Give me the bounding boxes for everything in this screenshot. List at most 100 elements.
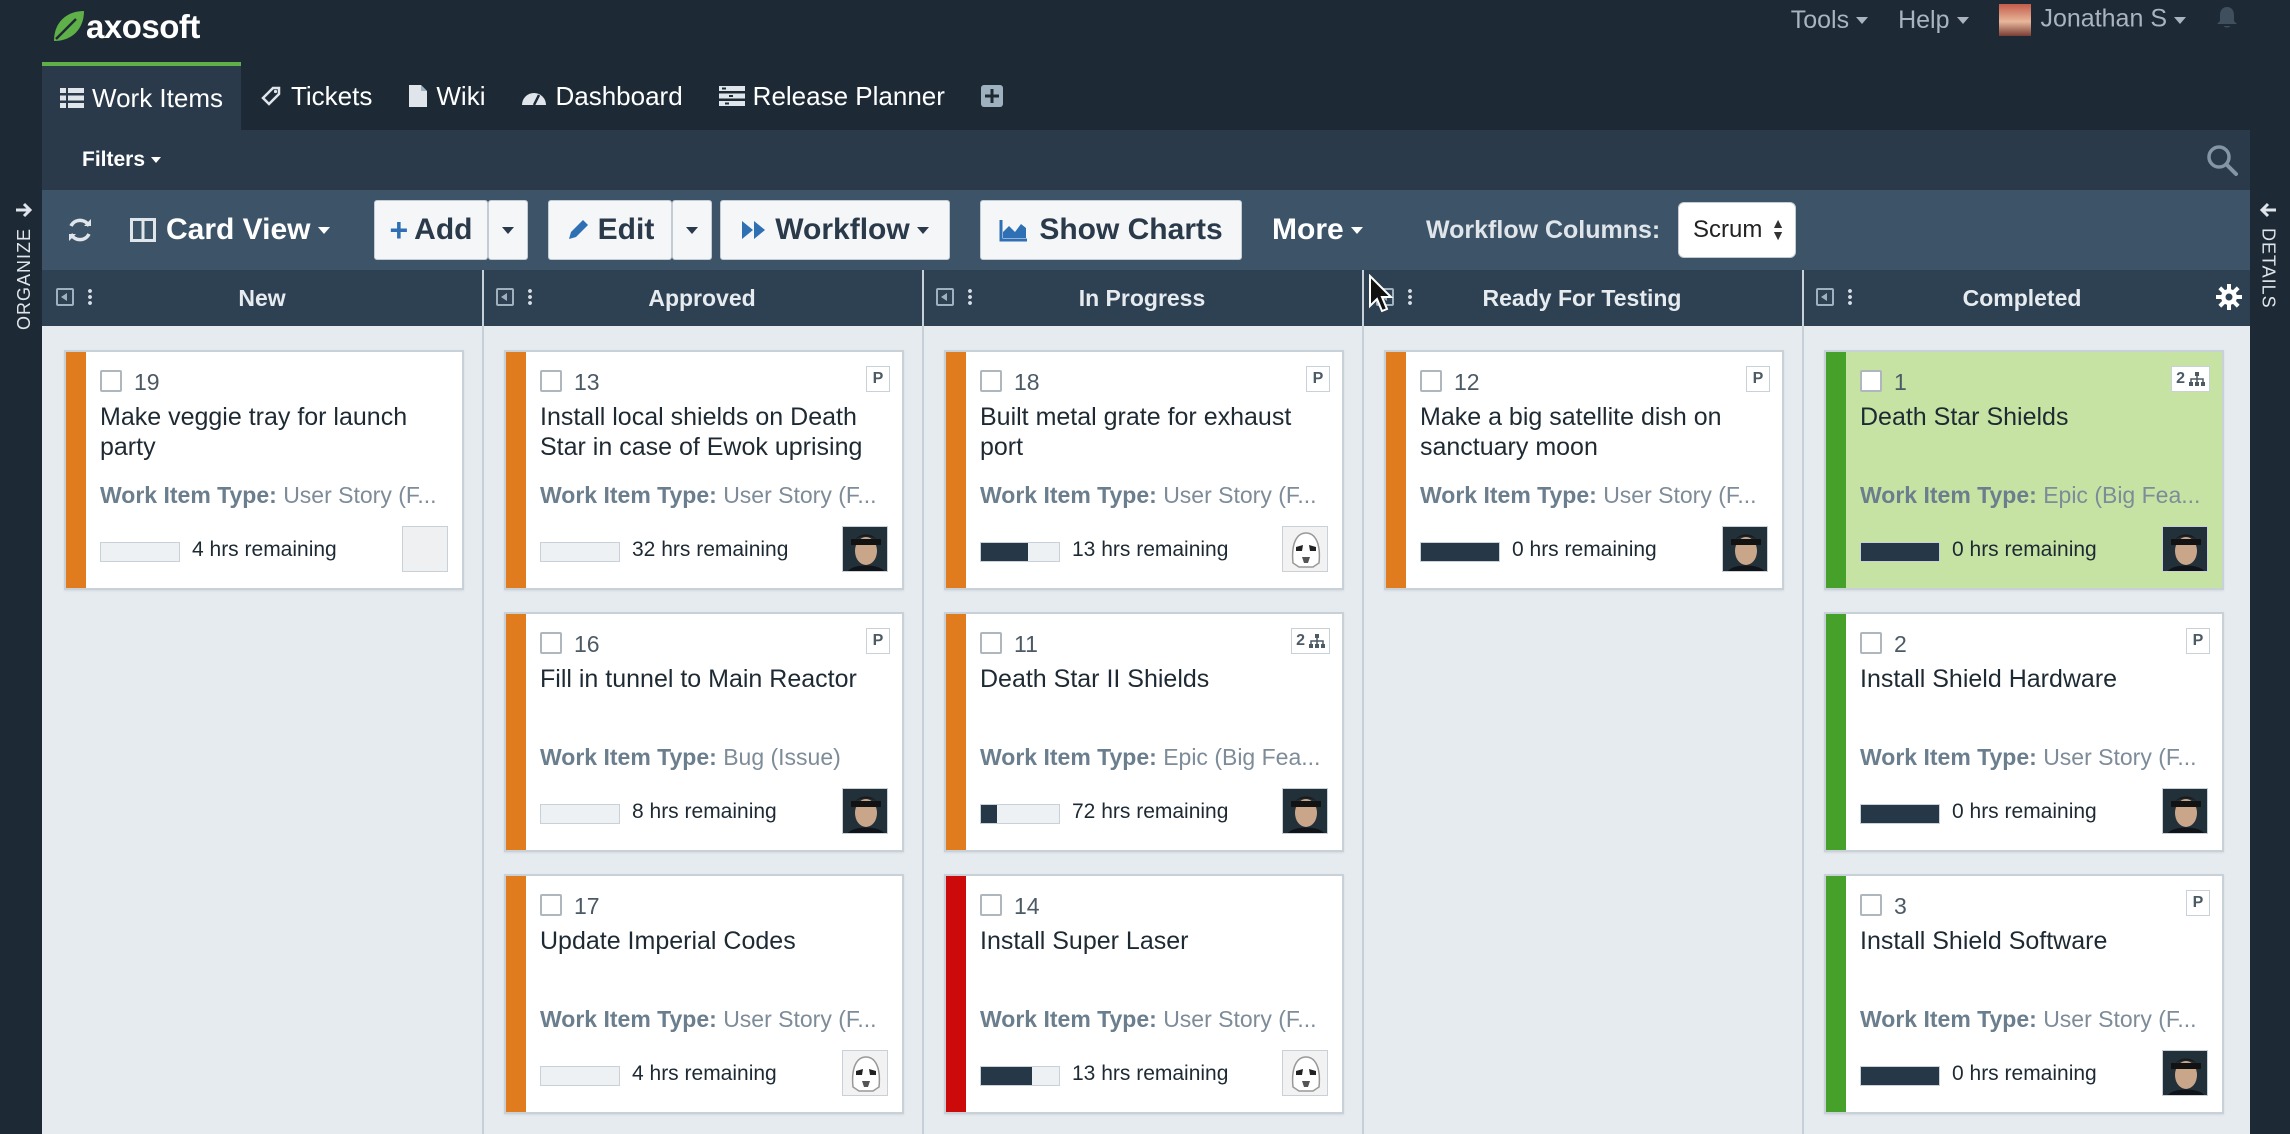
show-charts-button[interactable]: Show Charts — [980, 200, 1242, 260]
assignee-avatar[interactable] — [2162, 788, 2208, 834]
help-menu[interactable]: Help — [1898, 5, 1969, 35]
item-title[interactable]: Update Imperial Codes — [540, 926, 890, 956]
assignee-avatar[interactable] — [2162, 1050, 2208, 1096]
badge-text: P — [1752, 370, 1764, 387]
tab-label: Work Items — [92, 82, 223, 113]
organize-side-tab[interactable]: ORGANIZE — [4, 200, 44, 330]
select-checkbox[interactable] — [1860, 370, 1882, 392]
item-type-value: User Story (F... — [723, 482, 877, 508]
item-number: 2 — [1894, 631, 1907, 657]
up-down-arrows-icon: ▲ ▼ — [1771, 215, 1785, 243]
tab-tickets[interactable]: Tickets — [241, 62, 390, 130]
item-title[interactable]: Make veggie tray for launch party — [100, 402, 450, 462]
child-items-badge[interactable]: 2 — [2171, 366, 2210, 392]
select-checkbox[interactable] — [540, 894, 562, 916]
select-checkbox[interactable] — [540, 370, 562, 392]
item-title[interactable]: Death Star Shields — [1860, 402, 2210, 432]
work-item-card[interactable]: 14 Install Super Laser Work Item Type: U… — [944, 874, 1344, 1114]
select-checkbox[interactable] — [1420, 370, 1442, 392]
tab-release-planner[interactable]: Release Planner — [701, 62, 963, 130]
workflow-columns-select[interactable]: Scrum ▲ ▼ — [1678, 202, 1796, 258]
item-title[interactable]: Built metal grate for exhaust port — [980, 402, 1330, 462]
item-title[interactable]: Install Shield Software — [1860, 926, 2210, 956]
assignee-avatar[interactable] — [1722, 526, 1768, 572]
item-title[interactable]: Make a big satellite dish on sanctuary m… — [1420, 402, 1770, 462]
work-item-card[interactable]: 17 Update Imperial Codes Work Item Type:… — [504, 874, 904, 1114]
add-button[interactable]: + Add — [374, 200, 488, 260]
item-title[interactable]: Death Star II Shields — [980, 664, 1330, 694]
user-avatar — [1998, 4, 2031, 36]
select-checkbox[interactable] — [1860, 894, 1882, 916]
tab-dashboard[interactable]: Dashboard — [503, 62, 700, 130]
work-item-card[interactable]: 19 Make veggie tray for launch party Wor… — [64, 350, 464, 590]
notifications-bell-icon[interactable] — [2216, 5, 2238, 36]
assignee-avatar[interactable] — [2162, 526, 2208, 572]
workflow-button[interactable]: Workflow — [720, 200, 950, 260]
caret-down-icon — [1856, 17, 1869, 25]
assignee-avatar[interactable] — [1282, 1050, 1328, 1096]
column-divider — [1362, 270, 1364, 1134]
show-charts-label: Show Charts — [1039, 213, 1223, 246]
work-item-card[interactable]: 3 P Install Shield Software Work Item Ty… — [1824, 874, 2224, 1114]
column-divider — [922, 270, 924, 1134]
add-tab-button[interactable] — [963, 62, 1021, 130]
assignee-avatar[interactable] — [842, 1050, 888, 1096]
ticket-icon — [261, 86, 281, 106]
item-type-label: Work Item Type: — [980, 482, 1157, 508]
gear-icon[interactable] — [2216, 284, 2242, 310]
item-number: 19 — [134, 369, 160, 395]
item-title[interactable]: Install Shield Hardware — [1860, 664, 2210, 694]
item-title[interactable]: Install Super Laser — [980, 926, 1330, 956]
card-view-dropdown[interactable]: Card View — [130, 200, 330, 260]
edit-button[interactable]: Edit — [548, 200, 672, 260]
hierarchy-icon — [2189, 372, 2205, 386]
tab-work-items[interactable]: Work Items — [42, 62, 241, 130]
column-divider — [1802, 270, 1804, 1134]
work-item-card[interactable]: 12 P Make a big satellite dish on sanctu… — [1384, 350, 1784, 590]
add-dropdown-button[interactable] — [488, 200, 528, 260]
assignee-avatar[interactable] — [1282, 788, 1328, 834]
axosoft-logo[interactable]: axosoft — [48, 4, 200, 50]
search-icon[interactable] — [2206, 144, 2238, 176]
tab-label: Dashboard — [555, 80, 683, 111]
remaining-hours: 32 hrs remaining — [632, 538, 789, 561]
work-item-card[interactable]: 16 P Fill in tunnel to Main Reactor Work… — [504, 612, 904, 852]
select-checkbox[interactable] — [980, 632, 1002, 654]
select-checkbox[interactable] — [540, 632, 562, 654]
priority-stripe — [506, 352, 526, 588]
work-item-card[interactable]: 18 P Built metal grate for exhaust port … — [944, 350, 1344, 590]
work-item-card[interactable]: 2 P Install Shield Hardware Work Item Ty… — [1824, 612, 2224, 852]
pencil-icon — [568, 220, 588, 239]
work-item-card[interactable]: 1 2 Death Star Shields Work Item Type: E… — [1824, 350, 2224, 590]
progress-bar — [540, 804, 620, 824]
more-dropdown[interactable]: More — [1272, 200, 1363, 260]
tab-wiki[interactable]: Wiki — [390, 62, 503, 130]
planner-icon — [718, 86, 745, 106]
item-title[interactable]: Fill in tunnel to Main Reactor — [540, 664, 890, 694]
assignee-avatar[interactable] — [842, 788, 888, 834]
refresh-icon[interactable] — [66, 216, 94, 244]
progress-bar — [980, 542, 1060, 562]
item-title[interactable]: Install local shields on Death Star in c… — [540, 402, 890, 462]
select-checkbox[interactable] — [100, 370, 122, 392]
work-item-card[interactable]: 13 P Install local shields on Death Star… — [504, 350, 904, 590]
tools-menu[interactable]: Tools — [1791, 6, 1869, 35]
select-checkbox[interactable] — [980, 370, 1002, 392]
user-menu[interactable]: Jonathan S — [1998, 4, 2186, 36]
filter-bar: Filters — [42, 130, 2250, 190]
help-label: Help — [1898, 5, 1950, 34]
assignee-avatar[interactable] — [842, 526, 888, 572]
item-type-value: User Story (F... — [1603, 482, 1757, 508]
filters-dropdown[interactable]: Filters — [82, 130, 162, 190]
assignee-avatar[interactable] — [1282, 526, 1328, 572]
unassigned-avatar[interactable] — [402, 526, 448, 572]
select-checkbox[interactable] — [1860, 632, 1882, 654]
item-type-value: User Story (F... — [283, 482, 437, 508]
edit-dropdown-button[interactable] — [672, 200, 712, 260]
work-item-card[interactable]: 11 2 Death Star II Shields Work Item Typ… — [944, 612, 1344, 852]
child-items-badge[interactable]: 2 — [1291, 628, 1330, 654]
user-menu-bar: Tools Help Jonathan S — [1791, 0, 2238, 40]
item-type: Work Item Type: Epic (Big Fea... — [1860, 482, 2210, 509]
details-side-tab[interactable]: DETAILS — [2248, 200, 2288, 309]
select-checkbox[interactable] — [980, 894, 1002, 916]
